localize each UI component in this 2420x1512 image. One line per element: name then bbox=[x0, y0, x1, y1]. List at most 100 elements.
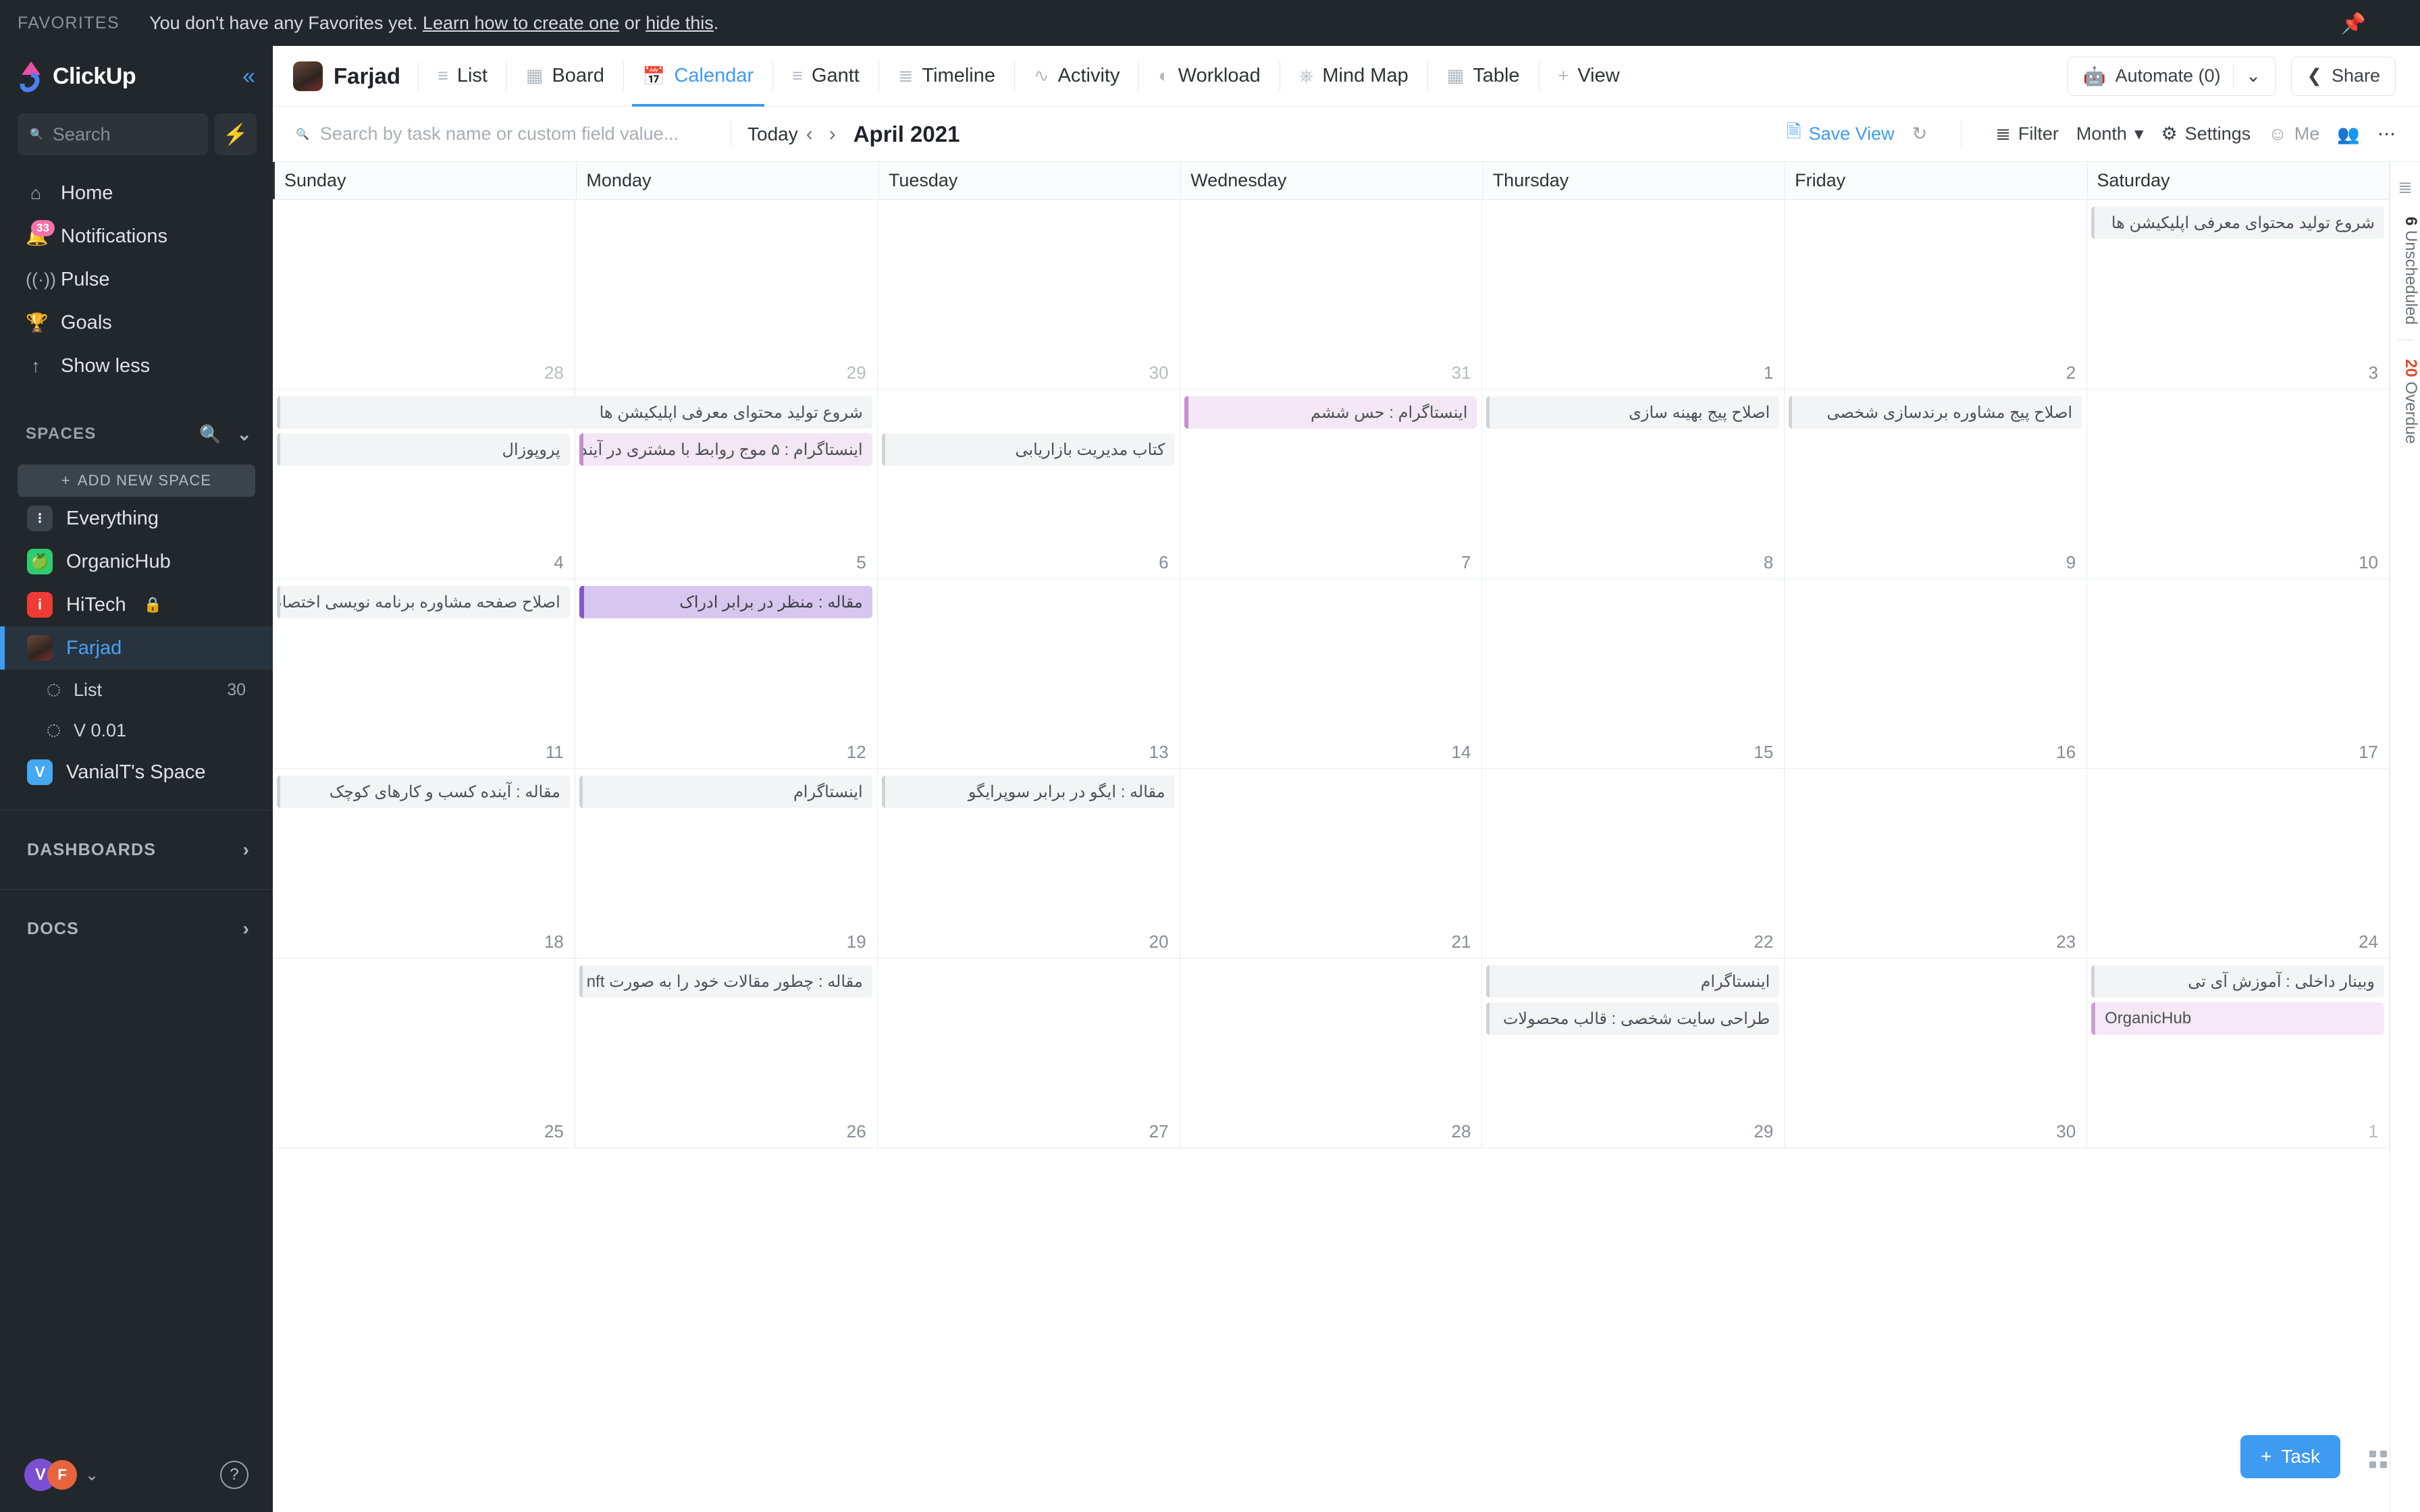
calendar-day-cell[interactable]: 28 bbox=[1180, 959, 1483, 1148]
calendar-event[interactable]: اینستاگرام : حس ششم bbox=[1184, 396, 1477, 429]
everything-icon: ⁝ bbox=[27, 506, 53, 531]
today-button[interactable]: Today bbox=[747, 124, 798, 145]
calendar-event[interactable]: شروع تولید محتوای معرفی اپلیکیشن ها bbox=[2091, 207, 2384, 239]
sidebar-item-goals[interactable]: 🏆 Goals bbox=[0, 301, 273, 344]
calendar-event[interactable]: اینستاگرام : ۵ موج روابط با مشتری در آین… bbox=[579, 433, 872, 466]
sidebar-item-docs[interactable]: DOCS › bbox=[0, 906, 273, 952]
sidebar-list-list[interactable]: List 30 bbox=[0, 670, 273, 710]
calendar-day-cell[interactable]: 6 bbox=[877, 389, 1180, 578]
overdue-counter[interactable]: 20 Overdue bbox=[2390, 359, 2420, 443]
calendar-day-cell[interactable]: 31 bbox=[1180, 200, 1483, 389]
calendar-day-cell[interactable]: 29 bbox=[575, 200, 878, 389]
calendar-day-cell[interactable]: 14 bbox=[1180, 579, 1483, 768]
tab-mind-map[interactable]: ⎈ Mind Map bbox=[1298, 46, 1410, 107]
previous-month-icon[interactable]: ‹ bbox=[798, 123, 821, 146]
calendar-day-cell[interactable]: 15 bbox=[1482, 579, 1785, 768]
add-view-button[interactable]: + View bbox=[1557, 46, 1621, 107]
calendar-event[interactable]: اصلاح پیج مشاوره برندسازی شخصی bbox=[1789, 396, 2082, 429]
calendar-event[interactable]: مقاله : آینده کسب و کارهای کوچک bbox=[277, 776, 570, 808]
sidebar-search-input[interactable]: 🔍 Search bbox=[18, 113, 208, 155]
add-new-space-button[interactable]: + ADD NEW SPACE bbox=[18, 464, 255, 497]
calendar-day-cell[interactable]: 16 bbox=[1785, 579, 2088, 768]
tab-workload[interactable]: ◐ Workload bbox=[1157, 46, 1261, 107]
settings-button[interactable]: ⚙ Settings bbox=[2161, 124, 2251, 144]
unscheduled-counter[interactable]: 6 Unscheduled bbox=[2390, 217, 2420, 325]
chevron-down-icon[interactable]: ⌄ bbox=[2246, 65, 2261, 86]
calendar-event[interactable]: OrganicHub bbox=[2091, 1002, 2384, 1035]
tab-list[interactable]: ≡ List bbox=[436, 46, 489, 107]
assignees-icon[interactable]: 👥 bbox=[2337, 124, 2360, 145]
sidebar-list-v001[interactable]: V 0.01 bbox=[0, 710, 273, 751]
calendar-toolbar: 🔍 Search by task name or custom field va… bbox=[273, 107, 2420, 162]
tab-board[interactable]: ▦ Board bbox=[525, 46, 606, 107]
calendar-day-cell[interactable]: 30 bbox=[877, 200, 1180, 389]
calendar-event[interactable]: مقاله : منظر در برابر ادراک bbox=[579, 586, 872, 618]
task-search-input[interactable]: 🔍 Search by task name or custom field va… bbox=[296, 124, 714, 144]
app-switcher-icon[interactable] bbox=[2359, 1440, 2397, 1478]
me-filter-button[interactable]: ☺ Me bbox=[2268, 124, 2319, 144]
save-view-button[interactable]: 🗎 Save View bbox=[1787, 119, 1895, 150]
calendar-day-cell[interactable]: 27 bbox=[877, 959, 1180, 1148]
calendar-day-cell[interactable]: 22 bbox=[1482, 769, 1785, 958]
calendar-day-cell[interactable]: 1 bbox=[1482, 200, 1785, 389]
reset-view-icon[interactable]: ↻ bbox=[1912, 124, 1928, 144]
calendar-event[interactable]: طراحی سایت شخصی : قالب محصولات bbox=[1486, 1002, 1780, 1035]
avatar[interactable]: F bbox=[47, 1460, 77, 1490]
sidebar-item-home[interactable]: ⌂ Home bbox=[0, 171, 273, 215]
tab-gantt[interactable]: ≡ Gantt bbox=[791, 46, 861, 107]
calendar-day-cell[interactable]: 30 bbox=[1785, 959, 2088, 1148]
calendar-day-cell[interactable]: 28 bbox=[273, 200, 575, 389]
calendar-event[interactable]: شروع تولید محتوای معرفی اپلیکیشن ها bbox=[277, 396, 872, 429]
panel-toggle-icon[interactable]: ≣ bbox=[2390, 177, 2420, 198]
calendar-day-cell[interactable]: 17 bbox=[2087, 579, 2390, 768]
filter-button[interactable]: ≣ Filter bbox=[1995, 124, 2059, 144]
calendar-day-cell[interactable]: 13 bbox=[877, 579, 1180, 768]
calendar-event[interactable]: مقاله : چطور مقالات خود را به صورت nft ب… bbox=[579, 965, 872, 998]
next-month-icon[interactable]: › bbox=[821, 123, 844, 146]
tab-label: Timeline bbox=[922, 65, 996, 86]
calendar-day-cell[interactable]: 21 bbox=[1180, 769, 1483, 958]
sidebar-item-vanialt-space[interactable]: V VanialT's Space bbox=[0, 751, 273, 794]
favorites-message: You don't have any Favorites yet. Learn … bbox=[149, 13, 718, 34]
hide-this-link[interactable]: hide this bbox=[646, 13, 714, 33]
calendar-event[interactable]: اصلاح پیج بهینه سازی bbox=[1486, 396, 1780, 429]
calendar-event[interactable]: اینستاگرام bbox=[1486, 965, 1780, 998]
calendar-event[interactable]: مقاله : ایگو در برابر سوپرایگو bbox=[881, 776, 1175, 808]
help-icon[interactable]: ? bbox=[220, 1461, 248, 1489]
sidebar-item-everything[interactable]: ⁝ Everything bbox=[0, 497, 273, 540]
calendar-day-cell[interactable]: 2 bbox=[1785, 200, 2088, 389]
sidebar-item-dashboards[interactable]: DASHBOARDS › bbox=[0, 827, 273, 873]
pin-icon[interactable]: 📌 bbox=[2341, 12, 2366, 36]
tab-activity[interactable]: ∿ Activity bbox=[1032, 46, 1121, 107]
tab-timeline[interactable]: ≣ Timeline bbox=[897, 46, 997, 107]
sidebar-item-notifications[interactable]: 🔔 33 Notifications bbox=[0, 215, 273, 258]
zoom-level-dropdown[interactable]: Month ▾ bbox=[2076, 124, 2144, 144]
calendar-day-cell[interactable]: 10 bbox=[2087, 389, 2390, 578]
calendar-day-cell[interactable]: 25 bbox=[273, 959, 575, 1148]
calendar-event[interactable]: وبینار داخلی : آموزش آی تی bbox=[2091, 965, 2384, 998]
calendar-day-cell[interactable]: 23 bbox=[1785, 769, 2088, 958]
quick-action-bolt-icon[interactable]: ⚡ bbox=[215, 113, 257, 155]
chevron-down-icon[interactable]: ⌄ bbox=[85, 1465, 99, 1485]
collapse-sidebar-icon[interactable]: « bbox=[242, 63, 255, 90]
calendar-event[interactable]: کتاب مدیریت بازاریابی bbox=[881, 433, 1175, 466]
new-task-button[interactable]: + Task bbox=[2240, 1435, 2340, 1478]
learn-how-link[interactable]: Learn how to create one bbox=[423, 13, 619, 33]
sidebar-item-hitech[interactable]: i HiTech 🔒 bbox=[0, 583, 273, 626]
calendar-event[interactable]: اینستاگرام bbox=[579, 776, 872, 808]
tab-label: Board bbox=[552, 65, 604, 86]
calendar-event[interactable]: پروپوزال bbox=[277, 433, 570, 466]
more-options-icon[interactable]: ⋯ bbox=[2377, 124, 2396, 144]
sidebar-item-farjad[interactable]: Farjad bbox=[0, 626, 273, 670]
calendar-event[interactable]: اصلاح صفحه مشاوره برنامه نویسی اختصاصی bbox=[277, 586, 570, 618]
calendar-day-cell[interactable]: 24 bbox=[2087, 769, 2390, 958]
automate-button[interactable]: 🤖 Automate (0) ⌄ bbox=[2067, 56, 2277, 96]
sidebar-item-show-less[interactable]: ↑ Show less bbox=[0, 344, 273, 387]
chevron-down-icon[interactable]: ⌄ bbox=[237, 424, 253, 445]
spaces-search-icon[interactable]: 🔍 bbox=[199, 424, 222, 445]
sidebar-item-pulse[interactable]: ((·)) Pulse bbox=[0, 258, 273, 301]
sidebar-item-organichub[interactable]: 🍏 OrganicHub bbox=[0, 540, 273, 583]
tab-table[interactable]: ▦ Table bbox=[1446, 46, 1521, 107]
tab-calendar[interactable]: 📅 Calendar bbox=[631, 46, 765, 107]
share-button[interactable]: ❮ Share bbox=[2291, 56, 2396, 96]
